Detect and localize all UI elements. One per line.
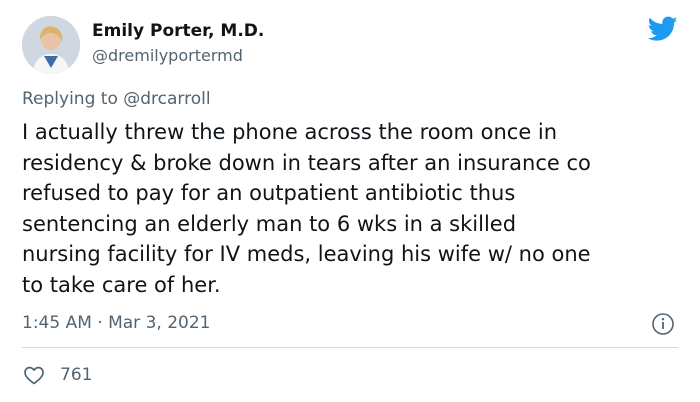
- reply-prefix: Replying to: [22, 89, 118, 109]
- avatar[interactable]: [22, 16, 80, 74]
- tweet-text-line: residency & broke down in tears after an…: [22, 150, 591, 175]
- heart-icon[interactable]: [22, 363, 46, 387]
- tweet-text-line: refused to pay for an outpatient antibio…: [22, 181, 516, 205]
- tweet-text-line: to take care of her.: [22, 272, 221, 297]
- divider: [22, 347, 678, 348]
- twitter-bird-icon[interactable]: [647, 16, 678, 42]
- tweet-timestamp[interactable]: 1:45 AM · Mar 3, 2021: [22, 311, 210, 335]
- author-name[interactable]: Emily Porter, M.D.: [92, 20, 264, 42]
- info-icon[interactable]: [651, 312, 675, 336]
- tweet-text: I actually threw the phone across the ro…: [22, 117, 692, 300]
- tweet-card: Emily Porter, M.D. @dremilyportermd Repl…: [0, 0, 700, 402]
- like-button[interactable]: 761: [22, 362, 92, 388]
- tweet-text-line: sentencing an elderly man to 6 wks in a …: [22, 211, 517, 236]
- tweet-text-line: nursing facility for IV meds, leaving hi…: [22, 242, 591, 266]
- reply-mention-link[interactable]: @drcarroll: [123, 89, 210, 109]
- like-count: 761: [60, 365, 93, 385]
- tweet-text-line: I actually threw the phone across the ro…: [22, 120, 558, 144]
- author-handle[interactable]: @dremilyportermd: [92, 45, 243, 67]
- reply-context: Replying to @drcarroll: [22, 87, 211, 111]
